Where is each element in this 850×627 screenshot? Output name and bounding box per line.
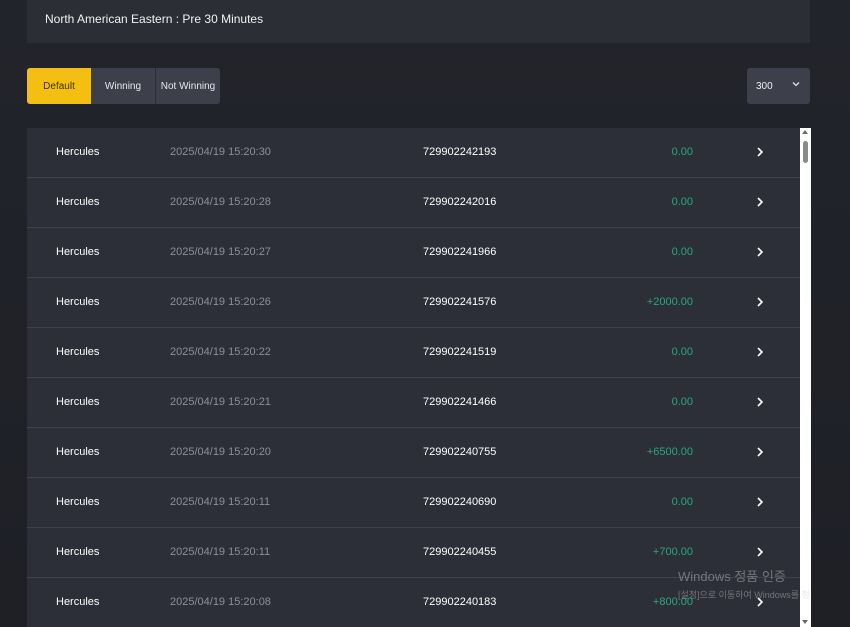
table-row[interactable]: Hercules 2025/04/19 15:20:11 729902240455 +… (27, 528, 800, 578)
timestamp: 2025/04/19 15:20:20 (170, 446, 271, 458)
round-id: 729902241466 (423, 396, 497, 408)
chevron-right-icon[interactable] (754, 296, 766, 308)
table-row[interactable]: Hercules 2025/04/19 15:20:28 729902242016 0… (27, 178, 800, 228)
table-row[interactable]: Hercules 2025/04/19 15:20:30 729902242193 0… (27, 128, 800, 178)
win-amount: 0.00 (671, 196, 693, 208)
record-list: Hercules 2025/04/19 15:20:30 729902242193 0… (27, 128, 811, 627)
page-title: North American Eastern : Pre 30 Minutes (45, 12, 264, 26)
filter-winning-button[interactable]: Winning (91, 68, 156, 104)
game-name: Hercules (56, 246, 100, 258)
scroll-up-arrow-icon[interactable] (802, 130, 808, 134)
round-id: 729902242016 (423, 196, 497, 208)
header-panel: North American Eastern : Pre 30 Minutes (27, 0, 810, 43)
timestamp: 2025/04/19 15:20:08 (170, 596, 271, 608)
chevron-right-icon[interactable] (754, 596, 766, 608)
win-amount: 0.00 (671, 396, 693, 408)
page-size-select[interactable]: 300 (747, 68, 810, 104)
round-id: 729902240690 (423, 496, 497, 508)
win-amount: 0.00 (671, 346, 693, 358)
chevron-right-icon[interactable] (754, 546, 766, 558)
game-name: Hercules (56, 346, 100, 358)
timestamp: 2025/04/19 15:20:30 (170, 146, 271, 158)
round-id: 729902240183 (423, 596, 497, 608)
page-size-value: 300 (756, 81, 773, 92)
table-row[interactable]: Hercules 2025/04/19 15:20:22 729902241519 0… (27, 328, 800, 378)
filter-not-winning-button[interactable]: Not Winning (156, 68, 220, 104)
chevron-right-icon[interactable] (754, 496, 766, 508)
timestamp: 2025/04/19 15:20:11 (170, 546, 271, 558)
win-amount: +6500.00 (646, 446, 693, 458)
game-name: Hercules (56, 546, 100, 558)
game-name: Hercules (56, 596, 100, 608)
chevron-right-icon[interactable] (754, 146, 766, 158)
timestamp: 2025/04/19 15:20:27 (170, 246, 271, 258)
scroll-down-arrow-icon[interactable] (802, 620, 808, 624)
chevron-right-icon[interactable] (754, 446, 766, 458)
chevron-right-icon[interactable] (754, 396, 766, 408)
win-amount: +800.00 (652, 596, 693, 608)
game-name: Hercules (56, 296, 100, 308)
table-row[interactable]: Hercules 2025/04/19 15:20:20 729902240755 +… (27, 428, 800, 478)
win-amount: 0.00 (671, 496, 693, 508)
game-name: Hercules (56, 146, 100, 158)
timestamp: 2025/04/19 15:20:22 (170, 346, 271, 358)
table-row[interactable]: Hercules 2025/04/19 15:20:21 729902241466 0… (27, 378, 800, 428)
round-id: 729902241576 (423, 296, 497, 308)
chevron-right-icon[interactable] (754, 346, 766, 358)
scroll-thumb[interactable] (803, 141, 808, 163)
table-row[interactable]: Hercules 2025/04/19 15:20:11 729902240690 0… (27, 478, 800, 528)
table-row[interactable]: Hercules 2025/04/19 15:20:26 729902241576 +… (27, 278, 800, 328)
game-name: Hercules (56, 396, 100, 408)
game-name: Hercules (56, 446, 100, 458)
chevron-right-icon[interactable] (754, 246, 766, 258)
round-id: 729902241966 (423, 246, 497, 258)
win-amount: +700.00 (652, 546, 693, 558)
round-id: 729902241519 (423, 346, 497, 358)
game-name: Hercules (56, 196, 100, 208)
timestamp: 2025/04/19 15:20:11 (170, 496, 271, 508)
game-name: Hercules (56, 496, 100, 508)
filter-tabs: Default Winning Not Winning (27, 68, 220, 104)
round-id: 729902240755 (423, 446, 497, 458)
scrollbar[interactable] (800, 128, 811, 627)
win-amount: 0.00 (671, 246, 693, 258)
timestamp: 2025/04/19 15:20:26 (170, 296, 271, 308)
filter-default-button[interactable]: Default (27, 68, 91, 104)
win-amount: 0.00 (671, 146, 693, 158)
chevron-down-icon (792, 82, 800, 87)
round-id: 729902240455 (423, 546, 497, 558)
round-id: 729902242193 (423, 146, 497, 158)
page: North American Eastern : Pre 30 Minutes … (0, 0, 850, 627)
chevron-right-icon[interactable] (754, 196, 766, 208)
table-row[interactable]: Hercules 2025/04/19 15:20:27 729902241966 0… (27, 228, 800, 278)
win-amount: +2000.00 (646, 296, 693, 308)
table-row[interactable]: Hercules 2025/04/19 15:20:08 729902240183 +… (27, 578, 800, 627)
timestamp: 2025/04/19 15:20:28 (170, 196, 271, 208)
timestamp: 2025/04/19 15:20:21 (170, 396, 271, 408)
